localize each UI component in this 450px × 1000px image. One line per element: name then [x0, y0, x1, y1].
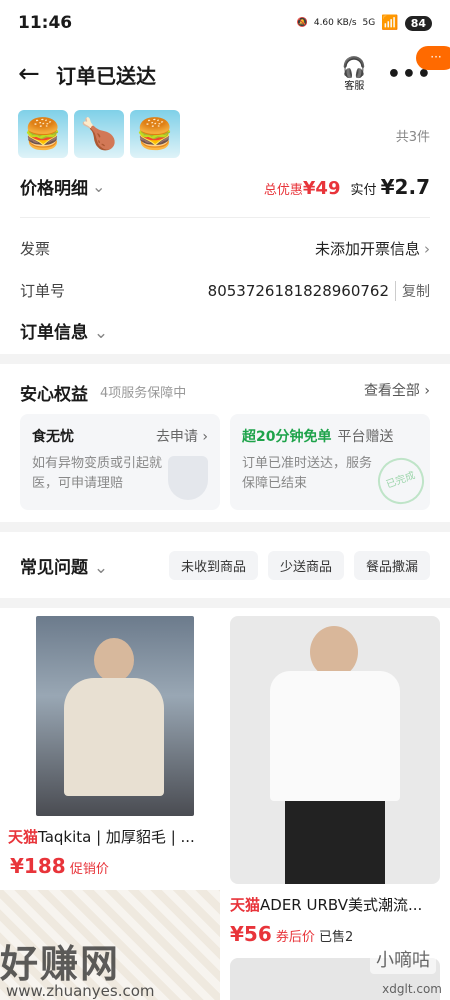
- faq-tag-missing-items[interactable]: 少送商品: [267, 550, 344, 580]
- back-arrow-icon[interactable]: ←: [18, 59, 48, 89]
- signal-label: 5G: [362, 18, 376, 28]
- model-shirt: [270, 671, 400, 801]
- item-count: 共3件: [395, 130, 430, 145]
- rights-subtitle: 4项服务保障中: [100, 386, 187, 401]
- apply-link[interactable]: 去申请 ›: [156, 426, 208, 446]
- rights-title: 安心权益: [20, 385, 88, 405]
- chicken-image: 🍗: [74, 110, 124, 158]
- model-head: [94, 638, 134, 682]
- amount-paid: 实付 ¥2.7: [350, 174, 430, 199]
- divider: [20, 217, 430, 218]
- clock: 11:46: [18, 13, 73, 33]
- order-number-label: 订单号: [20, 282, 66, 300]
- shield-icon: [168, 456, 208, 500]
- wifi-icon: 📶: [381, 15, 399, 31]
- model-jacket: [64, 678, 164, 796]
- watermark-url: www.zhuanyes.com: [6, 982, 155, 1000]
- price-detail-label: 价格明细: [20, 179, 88, 199]
- status-bar: 11:46 🔕 4.60 KB/s 5G 📶 84: [0, 0, 450, 46]
- chevron-right-icon: ›: [424, 239, 430, 258]
- product-title[interactable]: 天猫Taqkita | 加厚貂毛 | ...: [8, 826, 218, 847]
- product-price: ¥188 促销价: [10, 854, 109, 878]
- header: ← 订单已送达 🎧 客服 ••• ···: [0, 46, 450, 102]
- free-order-title: 超20分钟免单: [242, 429, 332, 445]
- product-price: ¥56 券后价 已售2: [230, 922, 354, 946]
- order-info-toggle[interactable]: 订单信息 ⌄: [20, 318, 108, 343]
- customer-service-button[interactable]: 🎧 客服: [342, 57, 367, 92]
- model-pants: [285, 801, 385, 884]
- faq-tag-not-received[interactable]: 未收到商品: [168, 550, 258, 580]
- watermark-logo: 好赚网: [0, 942, 121, 986]
- recommendation-feed: 天猫Taqkita | 加厚貂毛 | ... ¥188 促销价 天猫ADER U…: [0, 608, 450, 1000]
- free-order-title-row: 超20分钟免单 平台赠送: [242, 426, 418, 446]
- rights-card: 安心权益 4项服务保障中 查看全部 › 食无忧 去申请 › 如有异物变质或引起就…: [0, 364, 450, 522]
- mute-icon: 🔕: [296, 18, 308, 28]
- chevron-down-icon: ⌄: [93, 323, 109, 343]
- chevron-down-icon: ⌄: [92, 177, 106, 196]
- burger-image: 🍔: [18, 110, 68, 158]
- price-summary: 总优惠¥49 实付 ¥2.7: [264, 175, 430, 199]
- status-icons: 🔕 4.60 KB/s 5G 📶 84: [297, 15, 432, 31]
- invoice-label: 发票: [20, 240, 51, 258]
- watermark-right-url: xdglt.com: [382, 982, 442, 996]
- food-safety-box[interactable]: 食无忧 去申请 › 如有异物变质或引起就医，可申请理赔: [20, 414, 220, 510]
- product-image[interactable]: [230, 616, 440, 884]
- invoice-value: 未添加开票信息: [314, 240, 420, 258]
- watermark-right: 小嘀咕: [370, 944, 436, 974]
- faq-title[interactable]: 常见问题 ⌄: [20, 553, 108, 578]
- total-discount: 总优惠¥49: [263, 177, 341, 199]
- order-number-row: 订单号 8053726181828960762 复制: [20, 280, 430, 301]
- network-speed: 4.60 KB/s: [313, 18, 357, 28]
- order-number: 8053726181828960762: [207, 281, 389, 300]
- faq-bar: 常见问题 ⌄ 未收到商品 少送商品 餐品撒漏: [0, 532, 450, 598]
- floating-menu-button[interactable]: ···: [416, 46, 450, 70]
- product-thumbnails[interactable]: 🍔 🍗 🍔: [18, 110, 180, 158]
- free-order-box[interactable]: 超20分钟免单 平台赠送 订单已准时送达，服务保障已结束 已完成: [230, 414, 430, 510]
- page-title: 订单已送达: [56, 63, 156, 88]
- platform-gift-label: 平台赠送: [337, 429, 394, 445]
- price-detail-row[interactable]: 价格明细 ⌄ 总优惠¥49 实付 ¥2.7: [20, 174, 430, 200]
- battery-badge: 84: [404, 15, 432, 31]
- food-safety-title-row: 食无忧 去申请 ›: [32, 426, 208, 446]
- faq-tag-spilled[interactable]: 餐品撒漏: [353, 550, 430, 580]
- burger-image: 🍔: [130, 110, 180, 158]
- product-title[interactable]: 天猫ADER URBV美式潮流...: [230, 894, 440, 915]
- order-summary-card: 🍔 🍗 🍔 共3件 价格明细 ⌄ 总优惠¥49 实付 ¥2.7 发票 未添加开票…: [0, 102, 450, 354]
- copy-button[interactable]: 复制: [395, 280, 430, 301]
- food-safety-title: 食无忧: [32, 429, 74, 445]
- customer-service-label: 客服: [344, 80, 365, 92]
- view-all-link[interactable]: 查看全部 ›: [364, 380, 430, 400]
- faq-tags: 未收到商品 少送商品 餐品撒漏: [168, 550, 430, 580]
- headset-icon: 🎧: [341, 54, 367, 79]
- tmall-badge: 天猫: [230, 896, 261, 914]
- invoice-row[interactable]: 发票 未添加开票信息 ›: [20, 238, 430, 259]
- order-info-label: 订单信息: [20, 323, 88, 343]
- product-image[interactable]: [36, 616, 194, 816]
- tmall-badge: 天猫: [8, 828, 39, 846]
